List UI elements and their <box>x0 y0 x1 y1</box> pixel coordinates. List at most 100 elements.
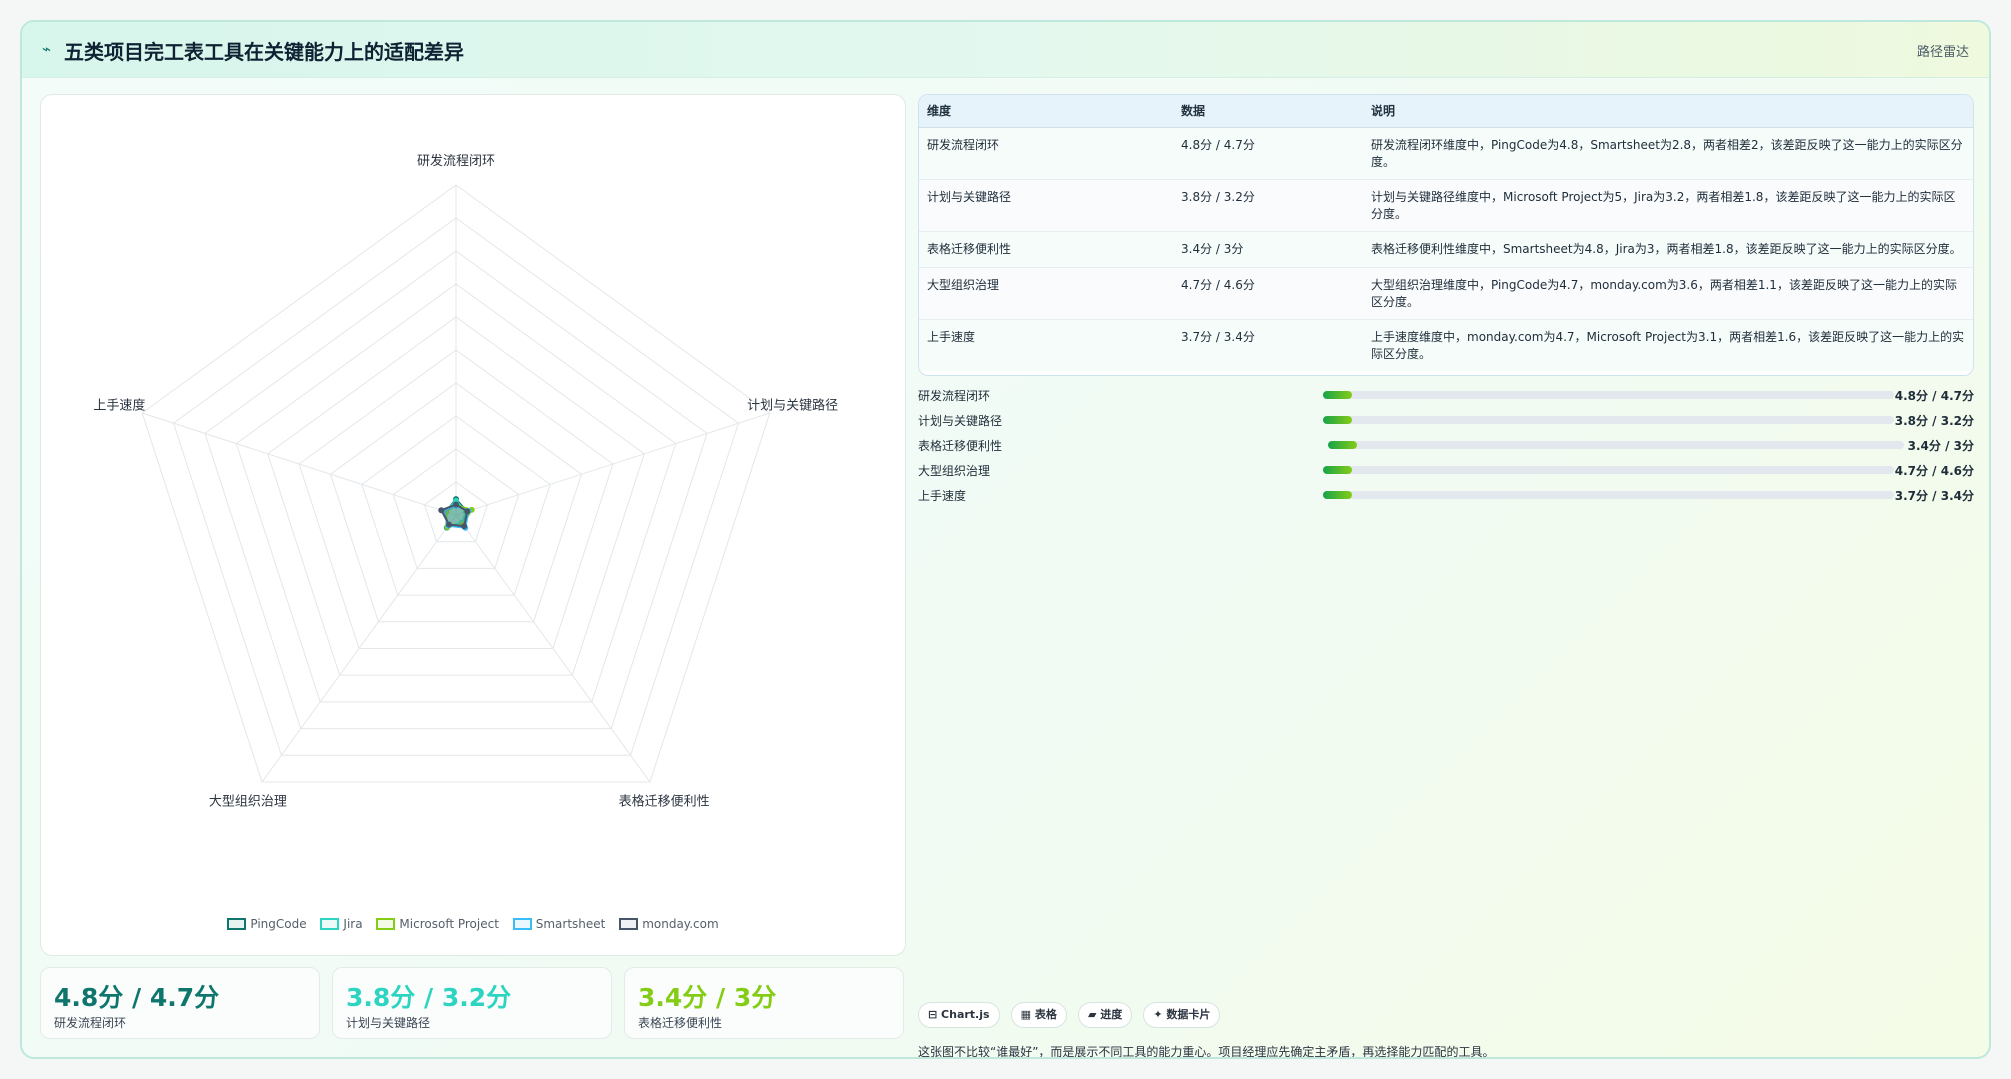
header-tag: 路径雷达 <box>1916 45 1969 60</box>
legend-item-microsoft-project[interactable]: Microsoft Project <box>376 917 499 931</box>
chip-table[interactable]: ▦ 表格 <box>1010 1002 1067 1028</box>
table-header-row: 维度 数据 说明 <box>919 95 1973 128</box>
progress-value: 3.7分 / 3.4分 <box>1894 489 1974 503</box>
legend-label: Jira <box>343 917 363 931</box>
table-cell-note: 表格迁移便利性维度中，Smartsheet为4.8，Jira为3，两者相差1.8… <box>1363 231 1973 268</box>
table-row: 表格迁移便利性 3.4分 / 3分 表格迁移便利性维度中，Smartsheet为… <box>919 231 1973 268</box>
progress-fill <box>1323 466 1352 474</box>
legend-item-pingcode[interactable]: PingCode <box>227 917 307 931</box>
progress-value: 4.8分 / 4.7分 <box>1894 389 1974 403</box>
legend-item-monday[interactable]: monday.com <box>619 917 719 931</box>
kpi-label: 研发流程闭环 <box>54 1016 127 1030</box>
legend-label: Microsoft Project <box>399 917 499 931</box>
radar-spoke <box>455 412 771 516</box>
table-cell-dimension: 上手速度 <box>919 319 1173 371</box>
radar-point <box>464 508 471 515</box>
table-cell-data: 3.8分 / 3.2分 <box>1173 179 1363 232</box>
radar-point <box>446 521 453 528</box>
table-cell-dimension: 研发流程闭环 <box>919 127 1173 180</box>
legend-swatch <box>376 918 396 930</box>
progress-track <box>1323 466 1894 474</box>
progress-label: 研发流程闭环 <box>918 389 991 403</box>
progress-fill <box>1323 491 1352 499</box>
table-cell-data: 3.4分 / 3分 <box>1173 231 1363 268</box>
footnote: 这张图不比较“谁最好”，而是展示不同工具的能力重心。项目经理应先确定主矛盾，再选… <box>918 1045 1495 1059</box>
table-cell-dimension: 大型组织治理 <box>919 267 1173 320</box>
header-bar: ⌁ 五类项目完工表工具在关键能力上的适配差异 路径雷达 <box>22 22 1989 78</box>
chart-legend: PingCode Jira Microsoft Project Smartshe… <box>41 917 905 931</box>
table-row: 上手速度 3.7分 / 3.4分 上手速度维度中，monday.com为4.7，… <box>919 319 1973 371</box>
kpi-value: 3.8分 / 3.2分 <box>346 983 512 1012</box>
legend-swatch <box>320 918 340 930</box>
progress-row: 计划与关键路径 3.8分 / 3.2分 <box>918 412 1974 428</box>
chart-icon: ⌁ <box>42 40 52 58</box>
progress-value: 3.8分 / 3.2分 <box>1894 414 1974 428</box>
progress-row: 大型组织治理 4.7分 / 4.6分 <box>918 462 1974 478</box>
table-row: 研发流程闭环 4.8分 / 4.7分 研发流程闭环维度中，PingCode为4.… <box>919 127 1973 180</box>
chip-progress[interactable]: ▰ 进度 <box>1077 1002 1133 1028</box>
radar-spoke <box>141 412 457 516</box>
main-card: ⌁ 五类项目完工表工具在关键能力上的适配差异 路径雷达 研发流程闭环 计划与关键路… <box>20 20 1991 1059</box>
radar-point <box>453 501 459 508</box>
kpi-label: 计划与关键路径 <box>346 1016 431 1030</box>
page-title: 五类项目完工表工具在关键能力上的适配差异 <box>64 40 464 64</box>
progress-track <box>1323 391 1894 399</box>
progress-label: 上手速度 <box>918 489 967 503</box>
chip-data-cards[interactable]: ✦ 数据卡片 <box>1143 1002 1221 1028</box>
table-cell-note: 大型组织治理维度中，PingCode为4.7，monday.com为3.6，两者… <box>1363 267 1973 320</box>
progress-fill <box>1323 416 1352 424</box>
table-cell-data: 4.7分 / 4.6分 <box>1173 267 1363 320</box>
progress-row: 表格迁移便利性 3.4分 / 3分 <box>918 437 1974 453</box>
kpi-card: 4.8分 / 4.7分 研发流程闭环 <box>40 967 320 1039</box>
radar-point <box>438 507 445 514</box>
progress-row: 研发流程闭环 4.8分 / 4.7分 <box>918 387 1974 403</box>
legend-swatch <box>227 918 247 930</box>
progress-fill <box>1323 391 1352 399</box>
progress-track <box>1323 491 1894 499</box>
column-header: 维度 <box>919 95 1173 128</box>
table-cell-data: 4.8分 / 4.7分 <box>1173 127 1363 180</box>
radar-axis-label: 计划与关键路径 <box>747 398 838 414</box>
progress-track <box>1328 441 1904 449</box>
feature-chips: ⊟ Chart.js ▦ 表格 ▰ 进度 ✦ 数据卡片 <box>918 1002 1226 1028</box>
kpi-card: 3.8分 / 3.2分 计划与关键路径 <box>332 967 612 1039</box>
kpi-value: 4.8分 / 4.7分 <box>54 983 220 1012</box>
progress-fill <box>1328 441 1357 449</box>
progress-label: 表格迁移便利性 <box>918 439 1003 453</box>
legend-item-smartsheet[interactable]: Smartsheet <box>512 917 606 931</box>
radar-axis-label: 大型组织治理 <box>209 794 287 809</box>
kpi-card: 3.4分 / 3分 表格迁移便利性 <box>624 967 904 1039</box>
legend-label: PingCode <box>250 917 307 931</box>
chip-chartjs[interactable]: ⊟ Chart.js <box>918 1002 1000 1028</box>
table-cell-data: 3.7分 / 3.4分 <box>1173 319 1363 371</box>
legend-label: Smartsheet <box>535 917 606 931</box>
radar-axis-label: 上手速度 <box>93 398 145 414</box>
legend-item-jira[interactable]: Jira <box>320 917 363 931</box>
column-header: 说明 <box>1363 95 1973 128</box>
progress-track <box>1323 416 1894 424</box>
data-table: 维度 数据 说明 研发流程闭环 4.8分 / 4.7分 研发流程闭环维度中，Pi… <box>918 94 1974 376</box>
table-cell-note: 上手速度维度中，monday.com为4.7，Microsoft Project… <box>1363 319 1973 371</box>
radar-axis-label: 研发流程闭环 <box>417 153 495 169</box>
table-row: 大型组织治理 4.7分 / 4.6分 大型组织治理维度中，PingCode为4.… <box>919 267 1973 320</box>
kpi-label: 表格迁移便利性 <box>638 1016 723 1030</box>
legend-swatch <box>512 918 532 930</box>
table-cell-dimension: 表格迁移便利性 <box>919 231 1173 268</box>
progress-value: 4.7分 / 4.6分 <box>1894 464 1974 478</box>
table-cell-dimension: 计划与关键路径 <box>919 179 1173 232</box>
progress-label: 计划与关键路径 <box>918 414 1003 428</box>
radar-chart: 研发流程闭环计划与关键路径表格迁移便利性 大型组织治理 上手速度 <box>93 153 838 809</box>
progress-row: 上手速度 3.7分 / 3.4分 <box>918 487 1974 503</box>
kpi-value: 3.4分 / 3分 <box>638 983 777 1012</box>
legend-label: monday.com <box>642 917 719 931</box>
progress-value: 3.4分 / 3分 <box>1907 439 1974 453</box>
column-header: 数据 <box>1173 95 1363 128</box>
radar-axis-label: 表格迁移便利性 <box>619 793 710 809</box>
table-cell-note: 研发流程闭环维度中，PingCode为4.8，Smartsheet为2.8，两者… <box>1363 127 1973 180</box>
table-row: 计划与关键路径 3.8分 / 3.2分 计划与关键路径维度中，Microsoft… <box>919 179 1973 232</box>
legend-swatch <box>619 918 639 930</box>
radar-point <box>461 523 468 530</box>
table-cell-note: 计划与关键路径维度中，Microsoft Project为5，Jira为3.2，… <box>1363 179 1973 232</box>
progress-label: 大型组织治理 <box>918 464 991 478</box>
radar-chart-panel: 研发流程闭环计划与关键路径表格迁移便利性 大型组织治理 上手速度 PingCode … <box>40 94 906 956</box>
